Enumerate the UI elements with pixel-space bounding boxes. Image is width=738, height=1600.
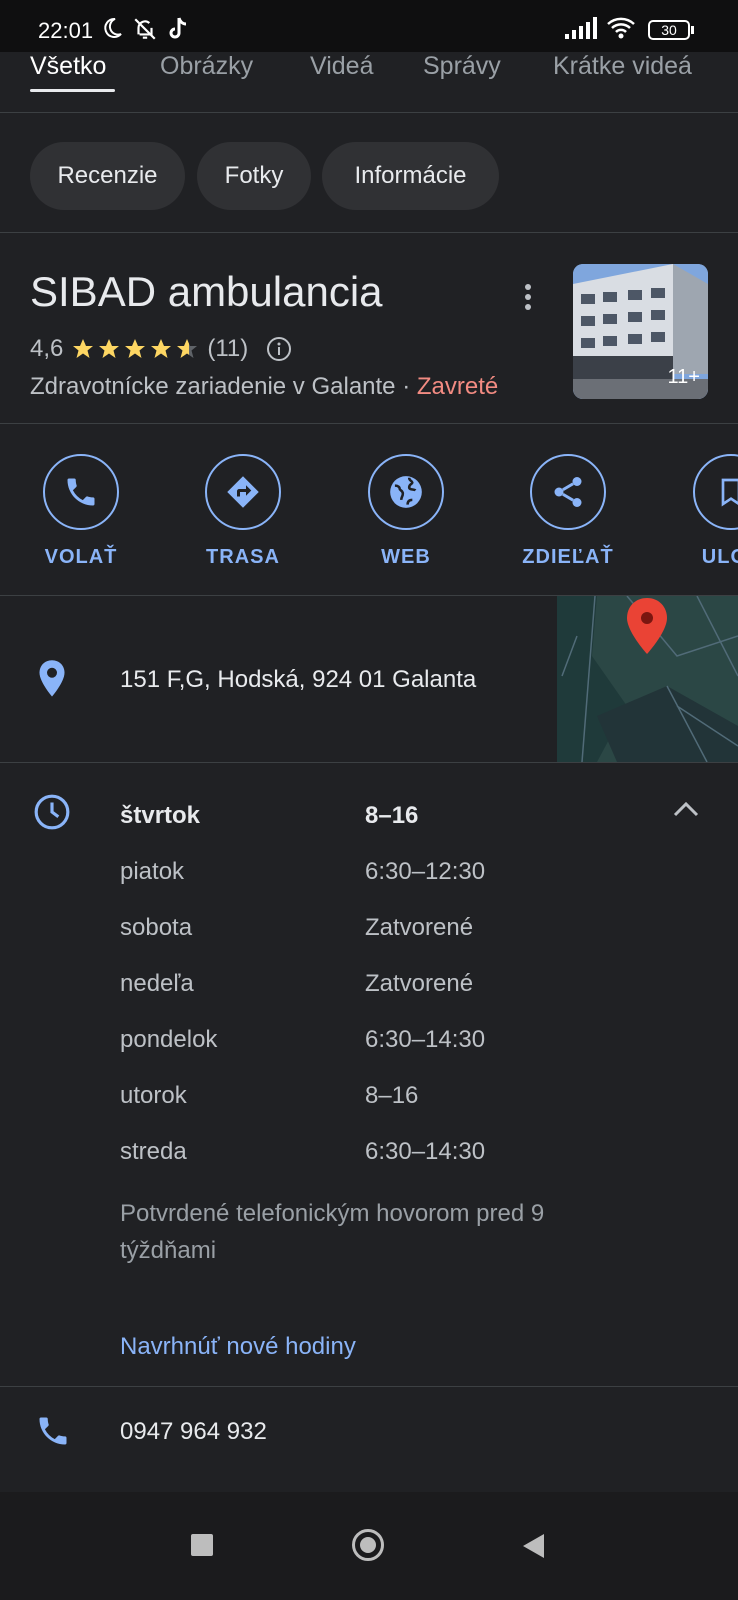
wifi-icon	[607, 17, 635, 39]
back-icon[interactable]	[520, 1532, 546, 1560]
tab-all[interactable]: Všetko	[30, 52, 106, 81]
chevron-up-icon[interactable]	[672, 800, 700, 818]
phone-icon	[39, 1417, 67, 1445]
hours-time: Zatvorené	[365, 970, 474, 997]
bookmark-icon	[721, 478, 738, 507]
clock-icon	[34, 794, 70, 830]
hours-time: 6:30–14:30	[365, 1026, 486, 1053]
tab-images[interactable]: Obrázky	[160, 52, 253, 81]
home-button[interactable]	[352, 1529, 384, 1561]
system-nav-bar	[0, 1492, 738, 1600]
rating-row: 4,6 (11)	[30, 335, 292, 363]
share-action[interactable]: ZDIEĽAŤ	[508, 454, 628, 569]
website-action[interactable]: WEB	[346, 454, 466, 569]
save-button[interactable]	[693, 454, 738, 530]
hours-day: štvrtok	[120, 802, 201, 829]
hours-day: piatok	[120, 858, 185, 885]
map-graphic	[557, 596, 738, 762]
hours-day: streda	[120, 1138, 187, 1165]
rating-value: 4,6	[30, 335, 64, 362]
save-action[interactable]: ULOŽ	[671, 454, 738, 569]
rating-stars	[71, 337, 201, 361]
website-button[interactable]	[368, 454, 444, 530]
hours-confirmation: Potvrdené telefonickým hovorom pred 9 tý…	[120, 1200, 545, 1264]
hours-time: Zatvorené	[365, 914, 474, 941]
tab-short-videos[interactable]: Krátke videá	[553, 52, 692, 81]
chip-info[interactable]: Informácie	[322, 142, 499, 210]
place-name: SIBAD ambulancia	[30, 268, 383, 315]
directions-label: TRASA	[206, 546, 280, 568]
info-icon[interactable]	[266, 336, 292, 362]
separator: ·	[402, 373, 411, 400]
chip-reviews[interactable]: Recenzie	[30, 142, 185, 210]
location-pin-icon	[39, 660, 65, 697]
address-text[interactable]: 151 F,G, Hodská, 924 01 Galanta	[120, 666, 476, 694]
battery-icon: 30	[648, 20, 690, 40]
website-label: WEB	[381, 546, 431, 568]
signal-icon	[565, 17, 597, 39]
hours-time: 8–16	[365, 1082, 419, 1109]
suggest-hours-link[interactable]: Navrhnúť nové hodiny	[120, 1333, 356, 1361]
hours-day: sobota	[120, 914, 193, 941]
battery-tip	[691, 26, 694, 34]
map-preview[interactable]	[557, 596, 738, 762]
hours-day: nedeľa	[120, 970, 194, 997]
call-label: VOLAŤ	[44, 546, 118, 568]
tiktok-icon	[169, 17, 187, 39]
bell-off-icon	[134, 18, 156, 40]
photo-count: 11+	[667, 366, 700, 388]
share-icon	[554, 477, 582, 507]
divider	[0, 232, 738, 233]
phone-icon	[67, 478, 95, 506]
battery-level: 30	[661, 22, 677, 38]
place-category: Zdravotnícke zariadenie v Galante	[30, 373, 396, 400]
directions-action[interactable]: TRASA	[183, 454, 303, 569]
recents-button[interactable]	[191, 1534, 213, 1556]
directions-button[interactable]	[205, 454, 281, 530]
globe-icon	[390, 476, 422, 508]
open-status: Zavreté	[416, 373, 499, 400]
search-tabs: Všetko Obrázky Videá Správy Krátke videá	[0, 52, 738, 113]
status-bar: 22:01 30	[0, 0, 738, 52]
hours-day: pondelok	[120, 1026, 218, 1053]
status-time: 22:01	[38, 18, 94, 43]
hours-day: utorok	[120, 1082, 187, 1109]
home-button-dot	[360, 1537, 376, 1553]
more-options-icon[interactable]	[522, 282, 534, 312]
active-tab-indicator	[30, 89, 115, 92]
save-label: ULOŽ	[701, 546, 738, 568]
share-button[interactable]	[530, 454, 606, 530]
divider	[0, 762, 738, 763]
hours-time: 8–16	[365, 802, 419, 829]
divider	[0, 1386, 738, 1387]
stars-icon	[73, 339, 198, 358]
directions-icon	[227, 476, 259, 508]
divider	[0, 423, 738, 424]
review-count[interactable]: (11)	[207, 335, 248, 363]
call-button[interactable]	[43, 454, 119, 530]
hours-time: 6:30–14:30	[365, 1138, 486, 1165]
tab-news[interactable]: Správy	[423, 52, 501, 81]
moon-icon	[104, 17, 122, 38]
place-photo[interactable]: 11+	[573, 264, 708, 399]
category-row: Zdravotnícke zariadenie v Galante · Zavr…	[30, 373, 498, 401]
share-label: ZDIEĽAŤ	[522, 546, 614, 568]
tab-videos[interactable]: Videá	[310, 52, 374, 81]
hours-time: 6:30–12:30	[365, 858, 486, 885]
phone-number[interactable]: 0947 964 932	[120, 1418, 267, 1446]
chip-photos[interactable]: Fotky	[197, 142, 311, 210]
call-action[interactable]: VOLAŤ	[21, 454, 141, 569]
